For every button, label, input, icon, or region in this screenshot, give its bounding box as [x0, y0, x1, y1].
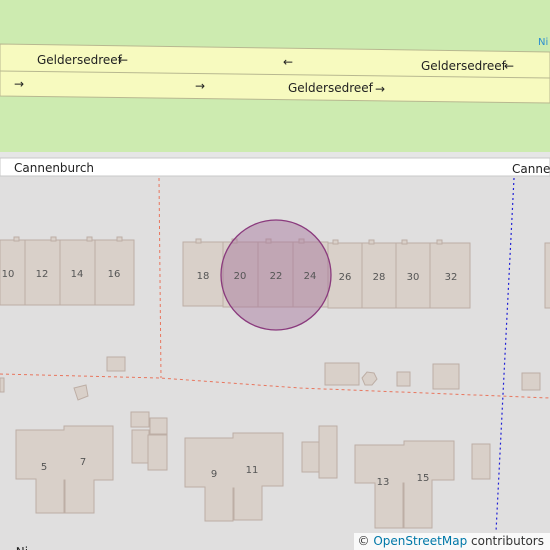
house-number: 14 — [71, 269, 84, 280]
house-number: 10 — [2, 269, 15, 280]
house-number: 28 — [373, 272, 386, 283]
house-number: 26 — [339, 272, 352, 283]
house-number: 24 — [304, 271, 317, 282]
house-number: 16 — [108, 269, 121, 280]
street-label-geldersedreef: Geldersedreef — [421, 59, 507, 73]
house-number: 15 — [417, 473, 430, 484]
arrow-left-icon: ← — [504, 59, 514, 73]
copyright-symbol: © — [357, 534, 370, 548]
map-attribution: © OpenStreetMap contributors — [353, 533, 550, 550]
arrow-right-icon: → — [14, 77, 24, 91]
house-number: 7 — [80, 457, 86, 468]
house-number: 13 — [377, 477, 390, 488]
street-label-geldersedreef: Geldersedreef — [288, 81, 374, 95]
poi-label-partial: Ni — [538, 37, 549, 48]
house-number: 5 — [41, 462, 47, 473]
street-label-cannenburch: Cannenburch — [14, 161, 94, 175]
arrow-right-icon: → — [375, 82, 385, 96]
map-canvas[interactable]: Geldersedreef ← ← Geldersedreef ← → → Ge… — [0, 0, 550, 550]
arrow-left-icon: ← — [283, 55, 293, 69]
openstreetmap-link[interactable]: OpenStreetMap — [373, 534, 467, 548]
street-label-geldersedreef: Geldersedreef — [37, 53, 123, 67]
arrow-left-icon: ← — [118, 53, 128, 67]
house-number: 11 — [246, 465, 259, 476]
attribution-suffix: contributors — [471, 534, 544, 548]
house-number: 32 — [445, 272, 458, 283]
arrow-right-icon: → — [195, 79, 205, 93]
house-number: 9 — [211, 469, 217, 480]
street-label-bottom: Ni — [16, 545, 29, 550]
house-number: 30 — [407, 272, 420, 283]
house-number: 22 — [270, 271, 283, 282]
house-number: 18 — [197, 271, 210, 282]
house-number: 20 — [234, 271, 247, 282]
house-number: 12 — [36, 269, 49, 280]
street-label-cannenburch: Cannenburch — [512, 162, 550, 176]
